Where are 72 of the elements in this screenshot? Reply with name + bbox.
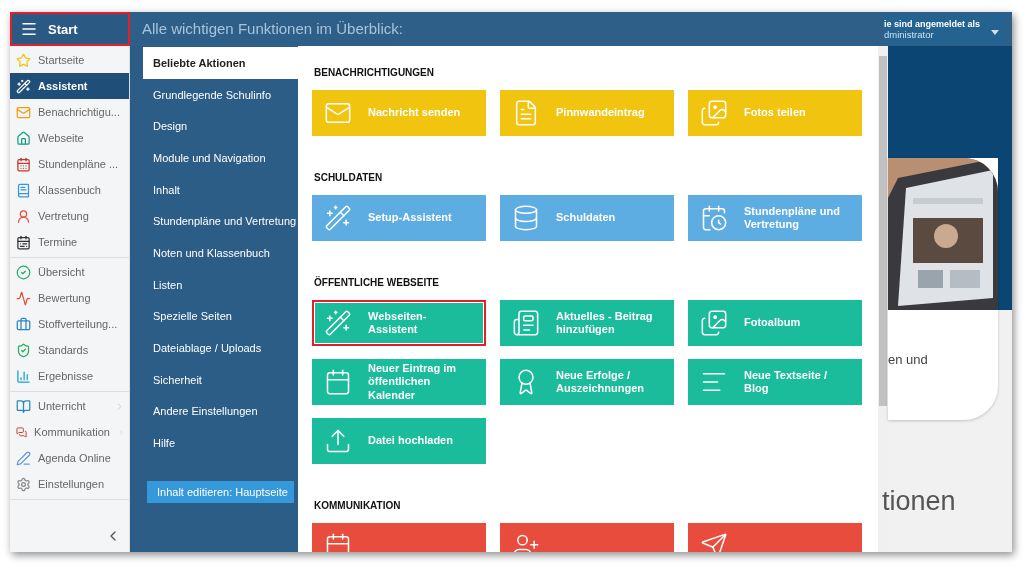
sidebar-item[interactable]: Assistent: [10, 73, 129, 99]
photos-icon: [700, 99, 728, 127]
person-icon: [16, 208, 31, 224]
star-icon: [16, 52, 31, 68]
pen-icon: [16, 450, 31, 466]
upload-icon: [324, 427, 352, 455]
book-icon: [16, 182, 31, 198]
card-text: en und: [888, 351, 929, 367]
sidebar-item[interactable]: Agenda Online: [10, 445, 129, 471]
menu-item[interactable]: Grundlegende Schulinfo: [143, 78, 298, 111]
send-icon: [700, 532, 728, 552]
sidebar-item[interactable]: Bewertung: [10, 285, 129, 311]
menu-item[interactable]: Design: [143, 110, 298, 143]
sidebar-item[interactable]: Kommunikation: [10, 419, 129, 445]
sidebar-item[interactable]: Einstellungen: [10, 471, 129, 497]
section-title: ÖFFENTLICHE WEBSEITE: [314, 277, 440, 288]
menu-icon: [20, 20, 38, 38]
sidebar-item[interactable]: Webseite: [10, 125, 129, 151]
briefcase-icon: [16, 316, 31, 332]
chart-line-icon: [16, 290, 31, 306]
database-icon: [512, 204, 540, 232]
menu-item[interactable]: Stundenpläne und Vertretung: [143, 205, 298, 238]
menu-item[interactable]: Listen: [143, 268, 298, 301]
menu-item[interactable]: Spezielle Seiten: [143, 300, 298, 333]
chat-bubbles-icon: [16, 424, 28, 440]
calendar-icon: [324, 368, 352, 396]
magic-wand-icon: [16, 78, 31, 94]
newspaper-icon: [512, 309, 540, 337]
sidebar-item[interactable]: Standards: [10, 337, 129, 363]
house-icon: [16, 130, 31, 146]
open-book-icon: [16, 398, 31, 414]
magic-wand-icon: [324, 309, 352, 337]
photos-icon: [700, 309, 728, 337]
page-title: Alle wichtigen Funktionen im Überblick:: [141, 19, 404, 39]
menu-item[interactable]: Dateiablage / Uploads: [143, 332, 298, 364]
account-menu[interactable]: ie sind angemeldet als dministrator: [884, 14, 1005, 44]
sidebar-item[interactable]: Übersicht: [10, 259, 129, 285]
sidebar-item[interactable]: Stoffverteilung...: [10, 311, 129, 337]
sidebar-item[interactable]: Ergebnisse: [10, 363, 129, 389]
menu-item[interactable]: Inhalt: [143, 173, 298, 206]
envelope-icon: [16, 104, 31, 120]
menu-item[interactable]: Hilfe: [143, 427, 298, 459]
menu-item[interactable]: Andere Einstellungen: [143, 395, 298, 428]
settings-icon: [16, 476, 31, 492]
menu-item[interactable]: Beliebte Aktionen: [143, 47, 298, 79]
section-title: SCHULDATEN: [314, 172, 384, 183]
menu-item[interactable]: Noten und Klassenbuch: [143, 237, 298, 269]
menu-item[interactable]: Sicherheit: [143, 363, 298, 396]
calendar-clock-icon: [700, 204, 728, 232]
calendar-icon: [16, 234, 31, 250]
edit-content-button[interactable]: Inhalt editieren: Hauptseite: [147, 480, 294, 503]
sidebar-item[interactable]: Vertretung: [10, 203, 129, 229]
user-name: dministrator: [884, 28, 934, 40]
person-icon: [512, 532, 540, 552]
calendar-icon: [324, 532, 352, 552]
sidebar-item[interactable]: Termine: [10, 229, 129, 255]
heading: tionen: [882, 486, 956, 517]
bar-chart-icon: [16, 368, 31, 384]
calendar-icon: [16, 156, 31, 172]
sidebar-item[interactable]: Stundenpläne ...: [10, 151, 129, 177]
login-label: ie sind angemeldet als: [884, 18, 982, 29]
section-title: BENACHRICHTIGUNGEN: [314, 67, 435, 78]
shield-icon: [16, 342, 31, 358]
start-button[interactable]: Start: [10, 12, 130, 46]
check-circle-icon: [16, 264, 31, 280]
sidebar-item[interactable]: Klassenbuch: [10, 177, 129, 203]
menu-item[interactable]: Module und Navigation: [143, 142, 298, 174]
section-title: KOMMUNIKATION: [314, 500, 402, 511]
sidebar-item[interactable]: Benachrichtigu...: [10, 99, 129, 125]
sidebar-item[interactable]: Startseite: [10, 47, 129, 73]
magic-wand-icon: [324, 204, 352, 232]
sidebar-item[interactable]: Unterricht: [10, 393, 129, 419]
